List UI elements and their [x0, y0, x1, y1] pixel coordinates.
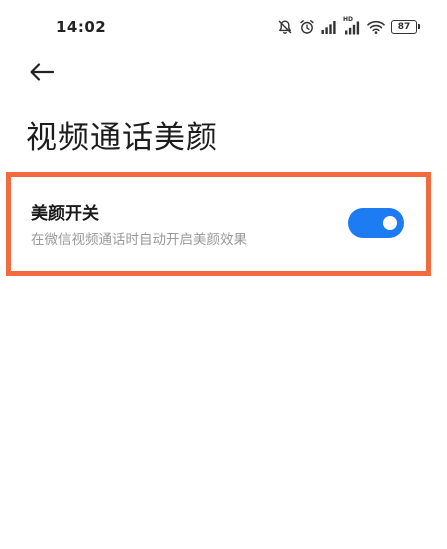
toggle-knob — [383, 216, 397, 230]
setting-label: 美颜开关 — [31, 204, 99, 224]
status-icons: HD 87 — [277, 16, 420, 37]
hd-signal-icon: HD — [343, 16, 361, 35]
screen: 14:02 HD 87 视频通话美颜 美颜开关 在微信视频通话时自动开启美颜效果 — [0, 0, 447, 549]
back-button[interactable] — [24, 58, 60, 90]
status-bar: 14:02 HD 87 — [0, 0, 447, 52]
page-title: 视频通话美颜 — [26, 120, 218, 156]
alarm-icon — [299, 19, 315, 35]
setting-description: 在微信视频通话时自动开启美颜效果 — [31, 232, 247, 248]
beauty-setting-row[interactable]: 美颜开关 在微信视频通话时自动开启美颜效果 — [6, 172, 431, 276]
arrow-left-icon — [29, 62, 55, 86]
battery-icon: 87 — [391, 20, 420, 34]
status-time: 14:02 — [56, 18, 107, 36]
beauty-toggle[interactable] — [348, 208, 404, 238]
wifi-icon — [367, 20, 385, 34]
mute-bell-icon — [277, 19, 293, 35]
signal-icon — [321, 20, 337, 34]
